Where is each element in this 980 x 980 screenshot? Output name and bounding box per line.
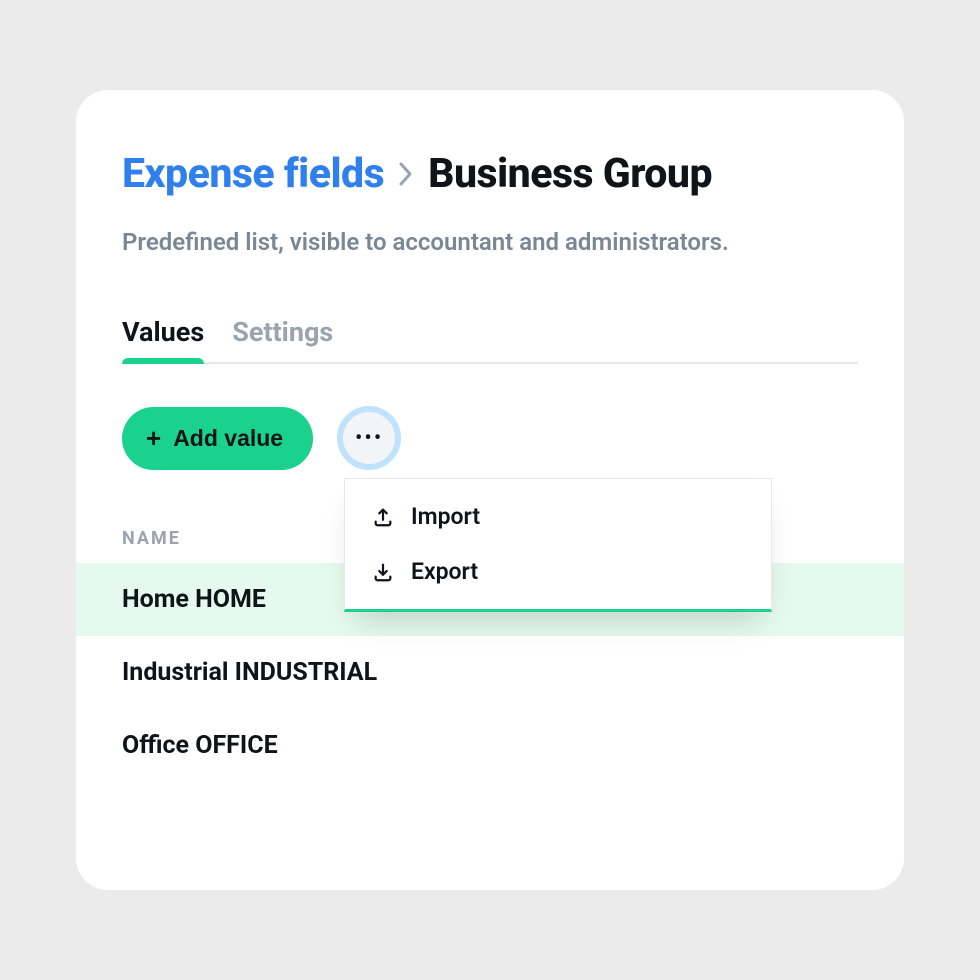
page-subtitle: Predefined list, visible to accountant a… bbox=[122, 228, 858, 256]
ellipsis-icon: ••• bbox=[355, 426, 383, 451]
table-row[interactable]: Industrial INDUSTRIAL bbox=[76, 636, 904, 709]
chevron-right-icon bbox=[398, 161, 414, 187]
menu-item-import[interactable]: Import bbox=[345, 489, 771, 544]
add-value-button[interactable]: + Add value bbox=[122, 407, 313, 470]
table-row[interactable]: Office OFFICE bbox=[76, 709, 904, 782]
add-value-label: Add value bbox=[173, 425, 283, 452]
plus-icon: + bbox=[146, 425, 161, 451]
tab-settings[interactable]: Settings bbox=[232, 316, 333, 362]
menu-item-import-label: Import bbox=[411, 503, 480, 530]
export-icon bbox=[371, 560, 395, 584]
card-inner: Expense fields Business Group Predefined… bbox=[76, 150, 904, 470]
breadcrumb: Expense fields Business Group bbox=[122, 150, 858, 198]
menu-item-export-label: Export bbox=[411, 558, 478, 585]
menu-item-export[interactable]: Export bbox=[345, 544, 771, 599]
tabs: Values Settings bbox=[122, 316, 858, 364]
settings-card: Expense fields Business Group Predefined… bbox=[76, 90, 904, 890]
more-actions-menu: Import Export bbox=[344, 478, 772, 612]
import-icon bbox=[371, 505, 395, 529]
breadcrumb-current: Business Group bbox=[428, 150, 712, 198]
toolbar: + Add value ••• Import bbox=[122, 406, 858, 470]
more-actions-button[interactable]: ••• bbox=[337, 406, 401, 470]
breadcrumb-root-link[interactable]: Expense fields bbox=[122, 150, 384, 198]
tab-values[interactable]: Values bbox=[122, 316, 204, 362]
